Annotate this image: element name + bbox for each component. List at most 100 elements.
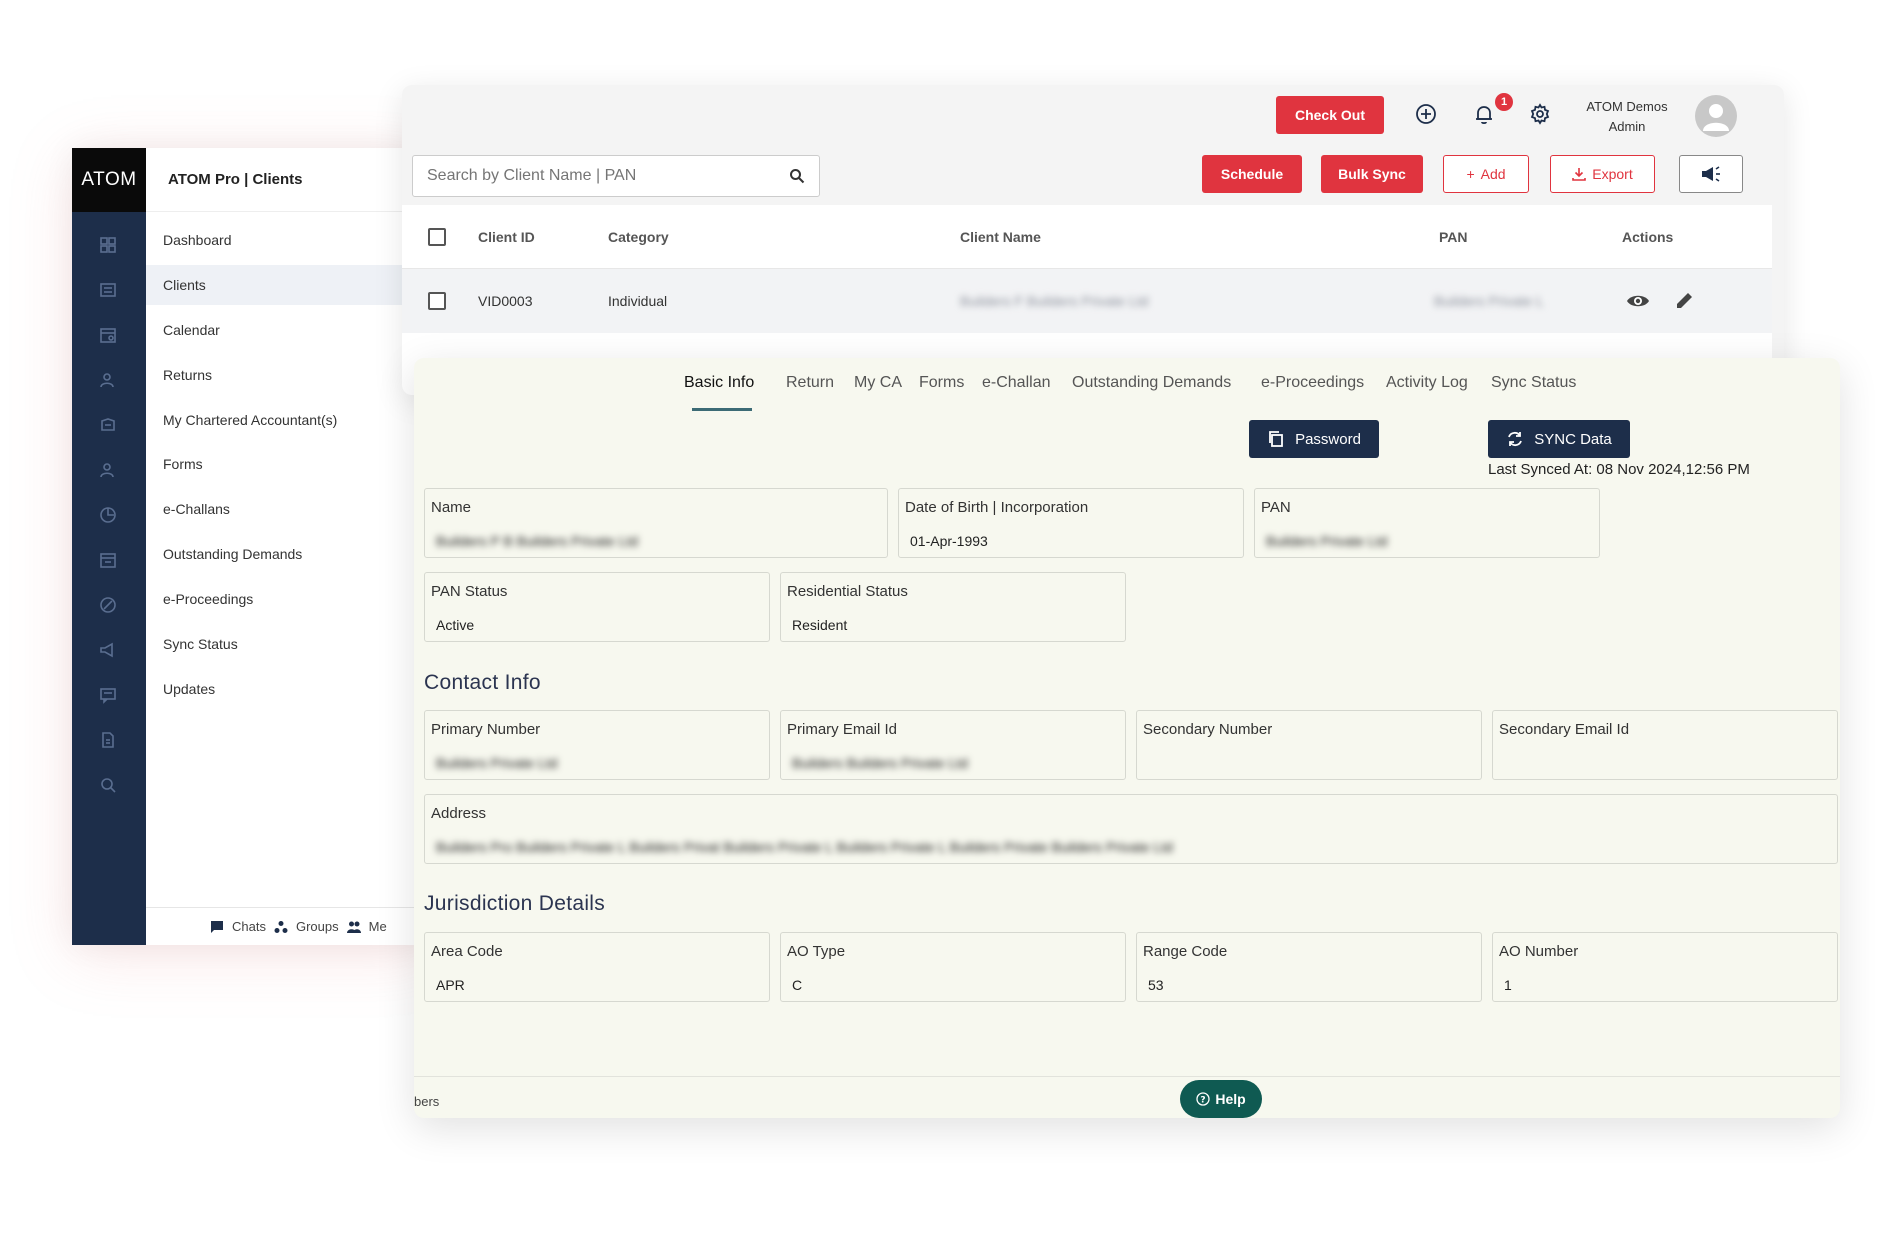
download-icon xyxy=(1572,168,1587,181)
sidebar-item-e-challans[interactable]: e-Challans xyxy=(146,489,432,529)
bell-icon[interactable] xyxy=(1470,100,1498,128)
last-synced-text: Last Synced At: 08 Nov 2024,12:56 PM xyxy=(1488,461,1750,478)
sync-icon xyxy=(1508,431,1523,447)
row-checkbox[interactable] xyxy=(428,292,446,310)
bulk-sync-button[interactable]: Bulk Sync xyxy=(1321,155,1423,193)
dashboard-icon[interactable] xyxy=(97,234,119,256)
chat-icon[interactable] xyxy=(210,920,224,934)
footer-members-text[interactable]: bers xyxy=(414,1094,439,1109)
schedule-button[interactable]: Schedule xyxy=(1202,155,1302,193)
pan-field: PAN Builders Private Ltd xyxy=(1254,488,1600,558)
secondary-number-field: Secondary Number xyxy=(1136,710,1482,780)
column-header-category[interactable]: Category xyxy=(608,229,669,245)
returns-icon[interactable] xyxy=(97,369,119,391)
forms-icon[interactable] xyxy=(97,459,119,481)
client-name-cell: Builders F Builders Private Ltd xyxy=(960,293,1149,309)
avatar[interactable] xyxy=(1695,95,1737,137)
sidebar-item-label: e-Proceedings xyxy=(163,591,254,607)
search-icon[interactable] xyxy=(789,168,805,184)
check-out-button[interactable]: Check Out xyxy=(1276,96,1384,134)
column-header-client-name[interactable]: Client Name xyxy=(960,229,1041,245)
search-input[interactable] xyxy=(427,167,767,185)
clients-table-window: Check Out 1 ATOM Demos Admin Schedule Bu… xyxy=(402,85,1784,395)
add-circle-icon[interactable] xyxy=(1412,100,1440,128)
megaphone-icon xyxy=(1702,166,1720,182)
tab-basic-info[interactable]: Basic Info xyxy=(684,374,754,392)
user-role: Admin xyxy=(1608,119,1646,134)
sidebar-item-e-proceedings[interactable]: e-Proceedings xyxy=(146,579,432,619)
bottom-bar: Chats Groups Me xyxy=(146,907,432,945)
announce-button[interactable] xyxy=(1679,155,1743,193)
client-detail-window: Basic Info Return My CA Forms e-Challan … xyxy=(414,358,1840,1118)
message-icon[interactable] xyxy=(97,684,119,706)
select-all-checkbox[interactable] xyxy=(428,227,446,246)
members-icon[interactable] xyxy=(346,920,361,934)
tab-activity-log[interactable]: Activity Log xyxy=(1386,374,1468,392)
tab-forms[interactable]: Forms xyxy=(919,374,964,392)
search-icon[interactable] xyxy=(97,774,119,796)
add-button[interactable]: + Add xyxy=(1443,155,1529,193)
primary-email-value: Builders Builders Private Ltd xyxy=(792,755,968,771)
ao-number-label: AO Number xyxy=(1499,943,1579,960)
tab-e-challan[interactable]: e-Challan xyxy=(982,374,1050,392)
column-header-client-id[interactable]: Client ID xyxy=(478,229,535,245)
sidebar-item-calendar[interactable]: Calendar xyxy=(146,310,432,350)
sync-data-button[interactable]: SYNC Data xyxy=(1488,420,1630,458)
jurisdiction-details-title: Jurisdiction Details xyxy=(424,892,606,915)
column-header-pan[interactable]: PAN xyxy=(1439,229,1468,245)
sync-data-button-label: SYNC Data xyxy=(1534,430,1612,448)
user-info[interactable]: ATOM Demos Admin xyxy=(1577,97,1677,137)
password-button[interactable]: Password xyxy=(1249,420,1379,458)
demands-icon[interactable] xyxy=(97,549,119,571)
tab-my-ca[interactable]: My CA xyxy=(854,374,902,392)
edit-pencil-icon[interactable] xyxy=(1674,289,1696,311)
accountants-icon[interactable] xyxy=(97,414,119,436)
calendar-icon[interactable] xyxy=(97,324,119,346)
megaphone-icon[interactable] xyxy=(97,639,119,661)
address-label: Address xyxy=(431,805,487,822)
chats-link[interactable]: Chats xyxy=(232,919,266,934)
document-icon[interactable] xyxy=(97,729,119,751)
view-eye-icon[interactable] xyxy=(1626,289,1650,313)
pan-status-label: PAN Status xyxy=(431,583,508,600)
sidebar-item-returns[interactable]: Returns xyxy=(146,355,432,395)
sidebar-item-chartered-accountants[interactable]: My Chartered Accountant(s) xyxy=(146,400,432,440)
footer-divider xyxy=(414,1076,1840,1077)
address-field: Address Builders Pro Builders Private L … xyxy=(424,794,1838,864)
area-code-field: Area Code APR xyxy=(424,932,770,1002)
dob-field: Date of Birth | Incorporation 01-Apr-199… xyxy=(898,488,1244,558)
copy-icon xyxy=(1269,431,1283,447)
password-button-label: Password xyxy=(1295,430,1361,448)
proceedings-icon[interactable] xyxy=(97,594,119,616)
sidebar-item-dashboard[interactable]: Dashboard xyxy=(146,220,432,260)
ao-type-value: C xyxy=(792,977,803,993)
search-input-container[interactable] xyxy=(412,155,820,197)
clients-icon[interactable] xyxy=(97,279,119,301)
name-label: Name xyxy=(431,499,472,516)
atom-logo[interactable]: ATOM xyxy=(72,148,146,212)
tab-return[interactable]: Return xyxy=(786,374,834,392)
user-name: ATOM Demos xyxy=(1586,99,1668,114)
sidebar-item-label: My Chartered Accountant(s) xyxy=(163,412,338,428)
gear-icon[interactable] xyxy=(1526,100,1554,128)
groups-link[interactable]: Groups xyxy=(296,919,339,934)
tab-e-proceedings[interactable]: e-Proceedings xyxy=(1261,374,1364,392)
sidebar-item-clients[interactable]: Clients xyxy=(146,265,432,305)
sidebar-item-outstanding-demands[interactable]: Outstanding Demands xyxy=(146,534,432,574)
primary-number-value: Builders Private Ltd xyxy=(436,755,558,771)
secondary-email-label: Secondary Email Id xyxy=(1499,721,1630,738)
sidebar-item-updates[interactable]: Updates xyxy=(146,669,432,709)
sidebar-item-forms[interactable]: Forms xyxy=(146,444,432,484)
help-button[interactable]: ? Help xyxy=(1180,1080,1262,1118)
dob-value: 01-Apr-1993 xyxy=(910,533,988,549)
tab-sync-status[interactable]: Sync Status xyxy=(1491,374,1576,392)
sidebar-item-sync-status[interactable]: Sync Status xyxy=(146,624,432,664)
tab-outstanding-demands[interactable]: Outstanding Demands xyxy=(1072,374,1231,392)
export-button-label: Export xyxy=(1592,166,1633,182)
pan-status-value: Active xyxy=(436,617,475,633)
groups-icon[interactable] xyxy=(274,920,288,934)
table-row[interactable]: VID0003 Individual Builders F Builders P… xyxy=(402,269,1772,333)
members-link[interactable]: Me xyxy=(369,919,387,934)
export-button[interactable]: Export xyxy=(1550,155,1655,193)
challans-icon[interactable] xyxy=(97,504,119,526)
